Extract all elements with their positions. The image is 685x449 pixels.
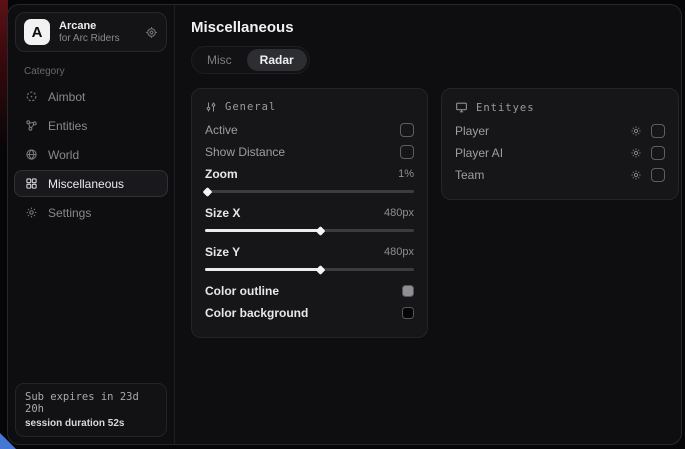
category-label: Category [8,56,174,83]
sidebar-item-label: Entities [48,119,87,133]
sub-expiry-text: Sub expires in 23d 20h [25,391,157,415]
sidebar-item-miscellaneous[interactable]: Miscellaneous [14,170,168,197]
monitor-icon [455,101,468,114]
app-window: A Arcane for Arc Riders Category [7,4,682,445]
session-duration-text: session duration 52s [25,418,157,429]
size-y-slider-thumb[interactable] [315,265,325,275]
player-checkbox[interactable] [651,124,665,138]
zoom-label: Zoom [205,167,238,181]
entities-panel-title: Entityes [476,102,535,114]
main-content: Miscellaneous Misc Radar General Active [175,5,682,444]
crosshair-icon [25,90,38,103]
size-x-label: Size X [205,206,240,220]
size-y-row: Size Y 480px [205,241,414,263]
team-row: Team [455,164,665,186]
zoom-slider-fill [205,190,207,193]
sidebar-item-label: World [48,148,79,162]
player-ai-gear-icon[interactable] [630,147,642,159]
general-panel-title: General [225,101,276,113]
color-background-row: Color background [205,302,414,324]
color-outline-swatch[interactable] [402,285,414,297]
profile-card: A Arcane for Arc Riders [15,12,167,52]
size-x-slider-fill [205,229,320,232]
general-panel: General Active Show Distance Zoom 1% [191,88,428,338]
general-panel-header: General [205,101,414,113]
color-outline-row: Color outline [205,280,414,302]
app-logo: A [24,19,50,45]
tab-bar: Misc Radar [191,46,310,74]
sidebar: A Arcane for Arc Riders Category [8,5,175,444]
size-y-label: Size Y [205,245,240,259]
tab-radar[interactable]: Radar [247,49,307,71]
size-y-slider[interactable] [205,268,414,271]
tab-misc[interactable]: Misc [194,49,245,71]
sidebar-item-aimbot[interactable]: Aimbot [14,83,168,110]
player-label: Player [455,124,489,138]
player-ai-label: Player AI [455,146,503,160]
size-y-slider-fill [205,268,320,271]
size-x-value: 480px [384,207,414,219]
team-gear-icon[interactable] [630,169,642,181]
size-y-value: 480px [384,246,414,258]
sidebar-item-world[interactable]: World [14,141,168,168]
profile-meta: Arcane for Arc Riders [59,20,136,44]
panels-row: General Active Show Distance Zoom 1% [191,88,679,338]
player-row: Player [455,120,665,142]
active-label: Active [205,123,238,137]
player-gear-icon[interactable] [630,125,642,137]
size-x-slider[interactable] [205,229,414,232]
size-x-row: Size X 480px [205,202,414,224]
active-checkbox[interactable] [400,123,414,137]
show-distance-row: Show Distance [205,141,414,163]
entities-panel: Entityes Player P [441,88,679,200]
team-label: Team [455,168,484,182]
sidebar-item-label: Miscellaneous [48,177,124,191]
entities-panel-header: Entityes [455,101,665,114]
zoom-slider[interactable] [205,190,414,193]
sidebar-nav: Aimbot Entities World [8,83,174,226]
settings-gear-icon[interactable] [145,26,158,39]
zoom-row: Zoom 1% [205,163,414,185]
brand-subtitle: for Arc Riders [59,33,136,45]
entities-icon [25,119,38,132]
player-ai-row: Player AI [455,142,665,164]
color-outline-label: Color outline [205,284,279,298]
active-row: Active [205,119,414,141]
team-checkbox[interactable] [651,168,665,182]
sliders-icon [205,101,217,113]
page-title: Miscellaneous [191,19,679,36]
grid-icon [25,177,38,190]
globe-icon [25,148,38,161]
zoom-slider-thumb[interactable] [203,187,213,197]
size-x-slider-thumb[interactable] [315,226,325,236]
sidebar-item-settings[interactable]: Settings [14,199,168,226]
sidebar-item-label: Settings [48,206,91,220]
gear-icon [25,206,38,219]
brand-name: Arcane [59,20,136,33]
sidebar-item-entities[interactable]: Entities [14,112,168,139]
sidebar-item-label: Aimbot [48,90,85,104]
color-background-label: Color background [205,306,308,320]
zoom-value: 1% [398,168,414,180]
color-background-swatch[interactable] [402,307,414,319]
player-ai-checkbox[interactable] [651,146,665,160]
show-distance-label: Show Distance [205,145,285,159]
show-distance-checkbox[interactable] [400,145,414,159]
subscription-card: Sub expires in 23d 20h session duration … [15,383,167,437]
